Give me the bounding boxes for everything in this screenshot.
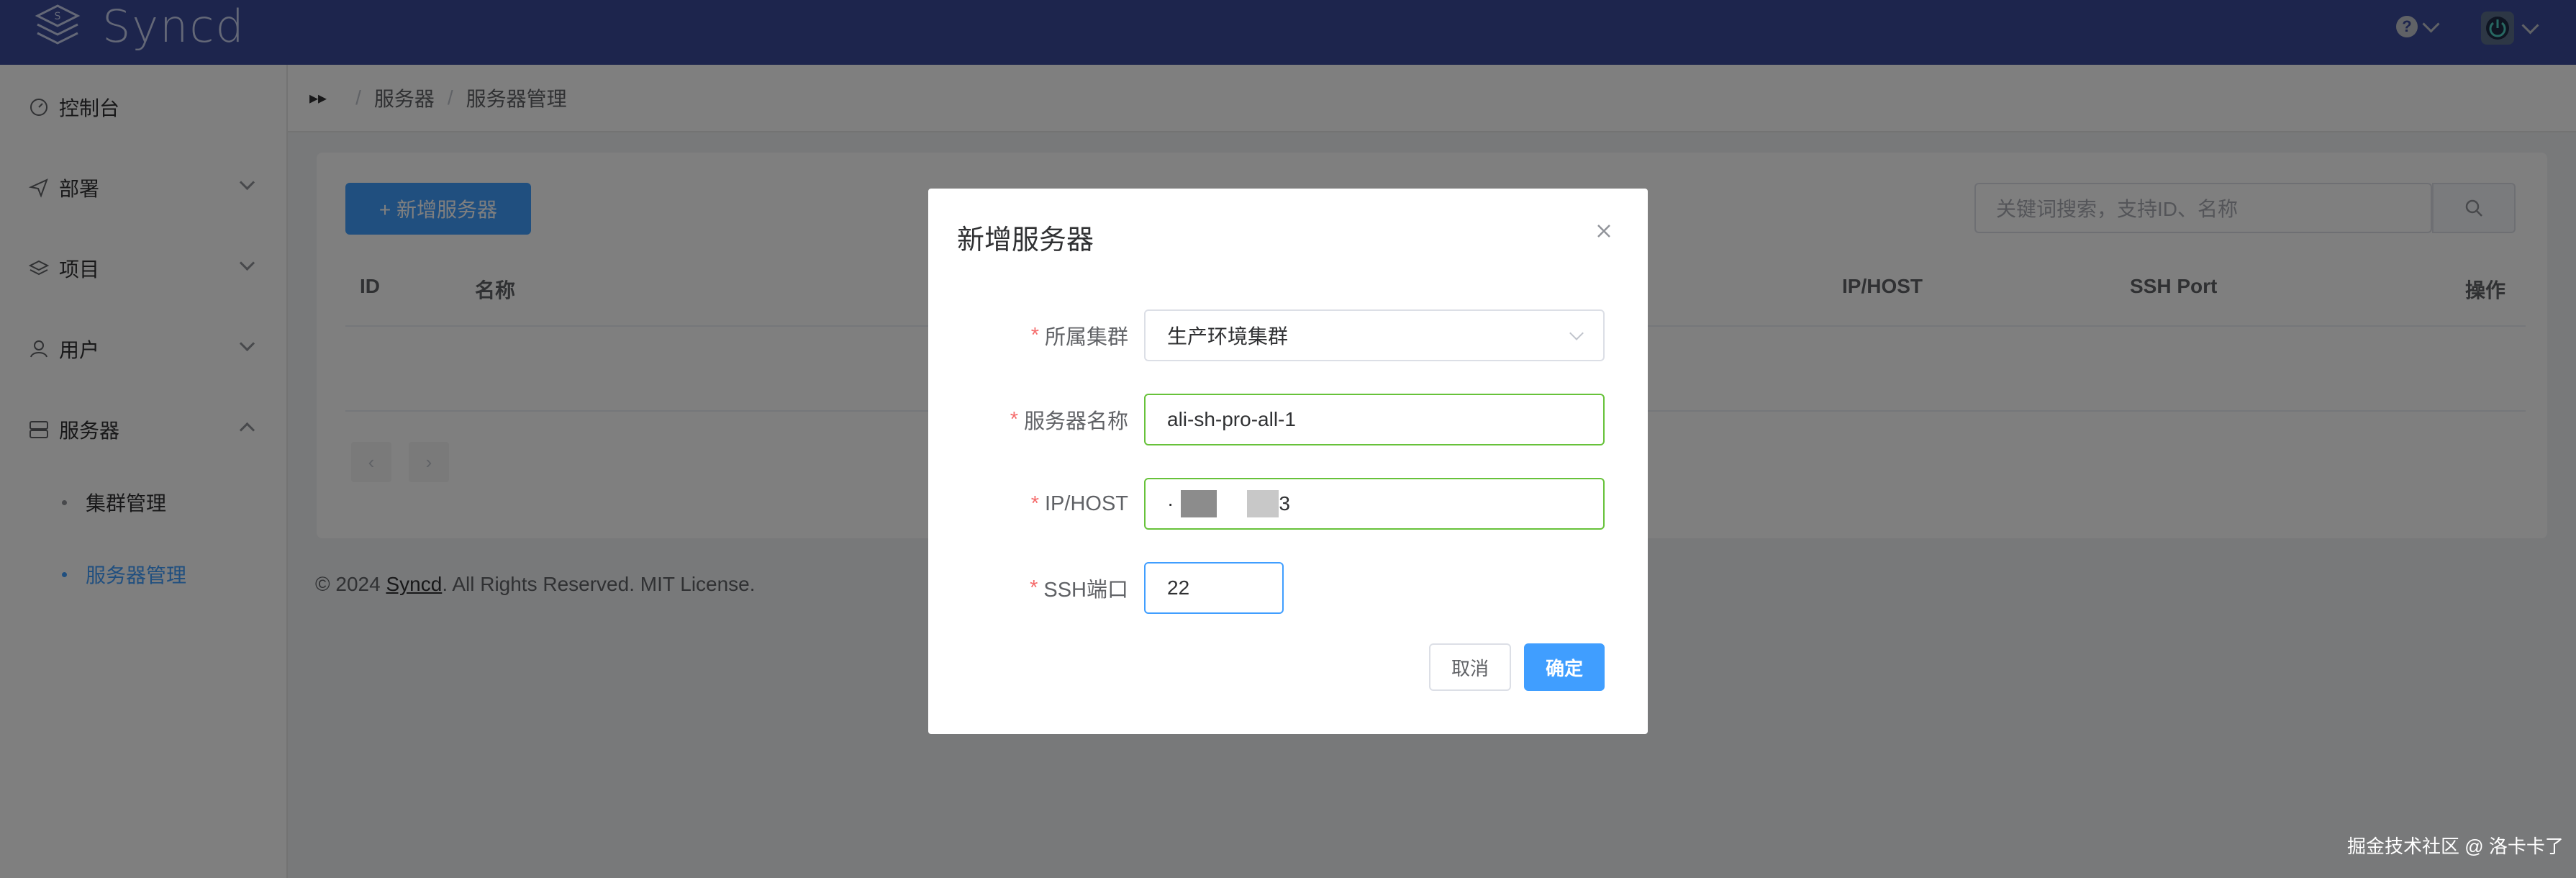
form-row-ssh-port: * SSH端口 22 (928, 562, 1648, 614)
watermark: 掘金技术社区 @ 洛卡卡了 (2347, 836, 2564, 857)
close-icon[interactable] (1592, 219, 1616, 243)
form-label-text: IP/HOST (1044, 492, 1128, 515)
chevron-down-icon (1569, 326, 1584, 340)
form-label: * 所属集群 (1031, 309, 1128, 361)
add-server-dialog: 新增服务器 * 所属集群 生产环境集群 * 服务器名称 ali-sh-pro-all… (928, 189, 1648, 734)
select-value: 生产环境集群 (1167, 325, 1289, 348)
cluster-select[interactable]: 生产环境集群 (1144, 309, 1605, 361)
redacted-block (1247, 490, 1279, 517)
required-mark: * (1030, 323, 1039, 347)
form-row-cluster: * 所属集群 生产环境集群 (928, 309, 1648, 361)
form-label: * SSH端口 (1030, 562, 1128, 614)
form-label-text: 服务器名称 (1023, 410, 1128, 433)
required-mark: * (1010, 407, 1018, 431)
required-mark: * (1030, 576, 1038, 599)
form-label: * 服务器名称 (1010, 394, 1128, 445)
dialog-title: 新增服务器 (957, 225, 1094, 255)
ip-host-input[interactable]: · 3 (1144, 478, 1605, 530)
ssh-port-input[interactable]: 22 (1144, 562, 1284, 614)
form-row-server-name: * 服务器名称 ali-sh-pro-all-1 (928, 394, 1648, 445)
form-row-ip-host: * IP/HOST · 3 (928, 478, 1648, 530)
form-label-text: 所属集群 (1044, 326, 1128, 349)
input-value-end: 3 (1279, 492, 1290, 515)
confirm-button[interactable]: 确定 (1524, 643, 1605, 691)
input-value-start: · (1167, 492, 1174, 515)
cancel-button[interactable]: 取消 (1429, 643, 1511, 691)
form-label: * IP/HOST (1031, 478, 1128, 530)
redacted-block (1181, 490, 1217, 517)
server-name-input[interactable]: ali-sh-pro-all-1 (1144, 394, 1605, 445)
required-mark: * (1030, 492, 1039, 515)
form-label-text: SSH端口 (1043, 579, 1128, 602)
